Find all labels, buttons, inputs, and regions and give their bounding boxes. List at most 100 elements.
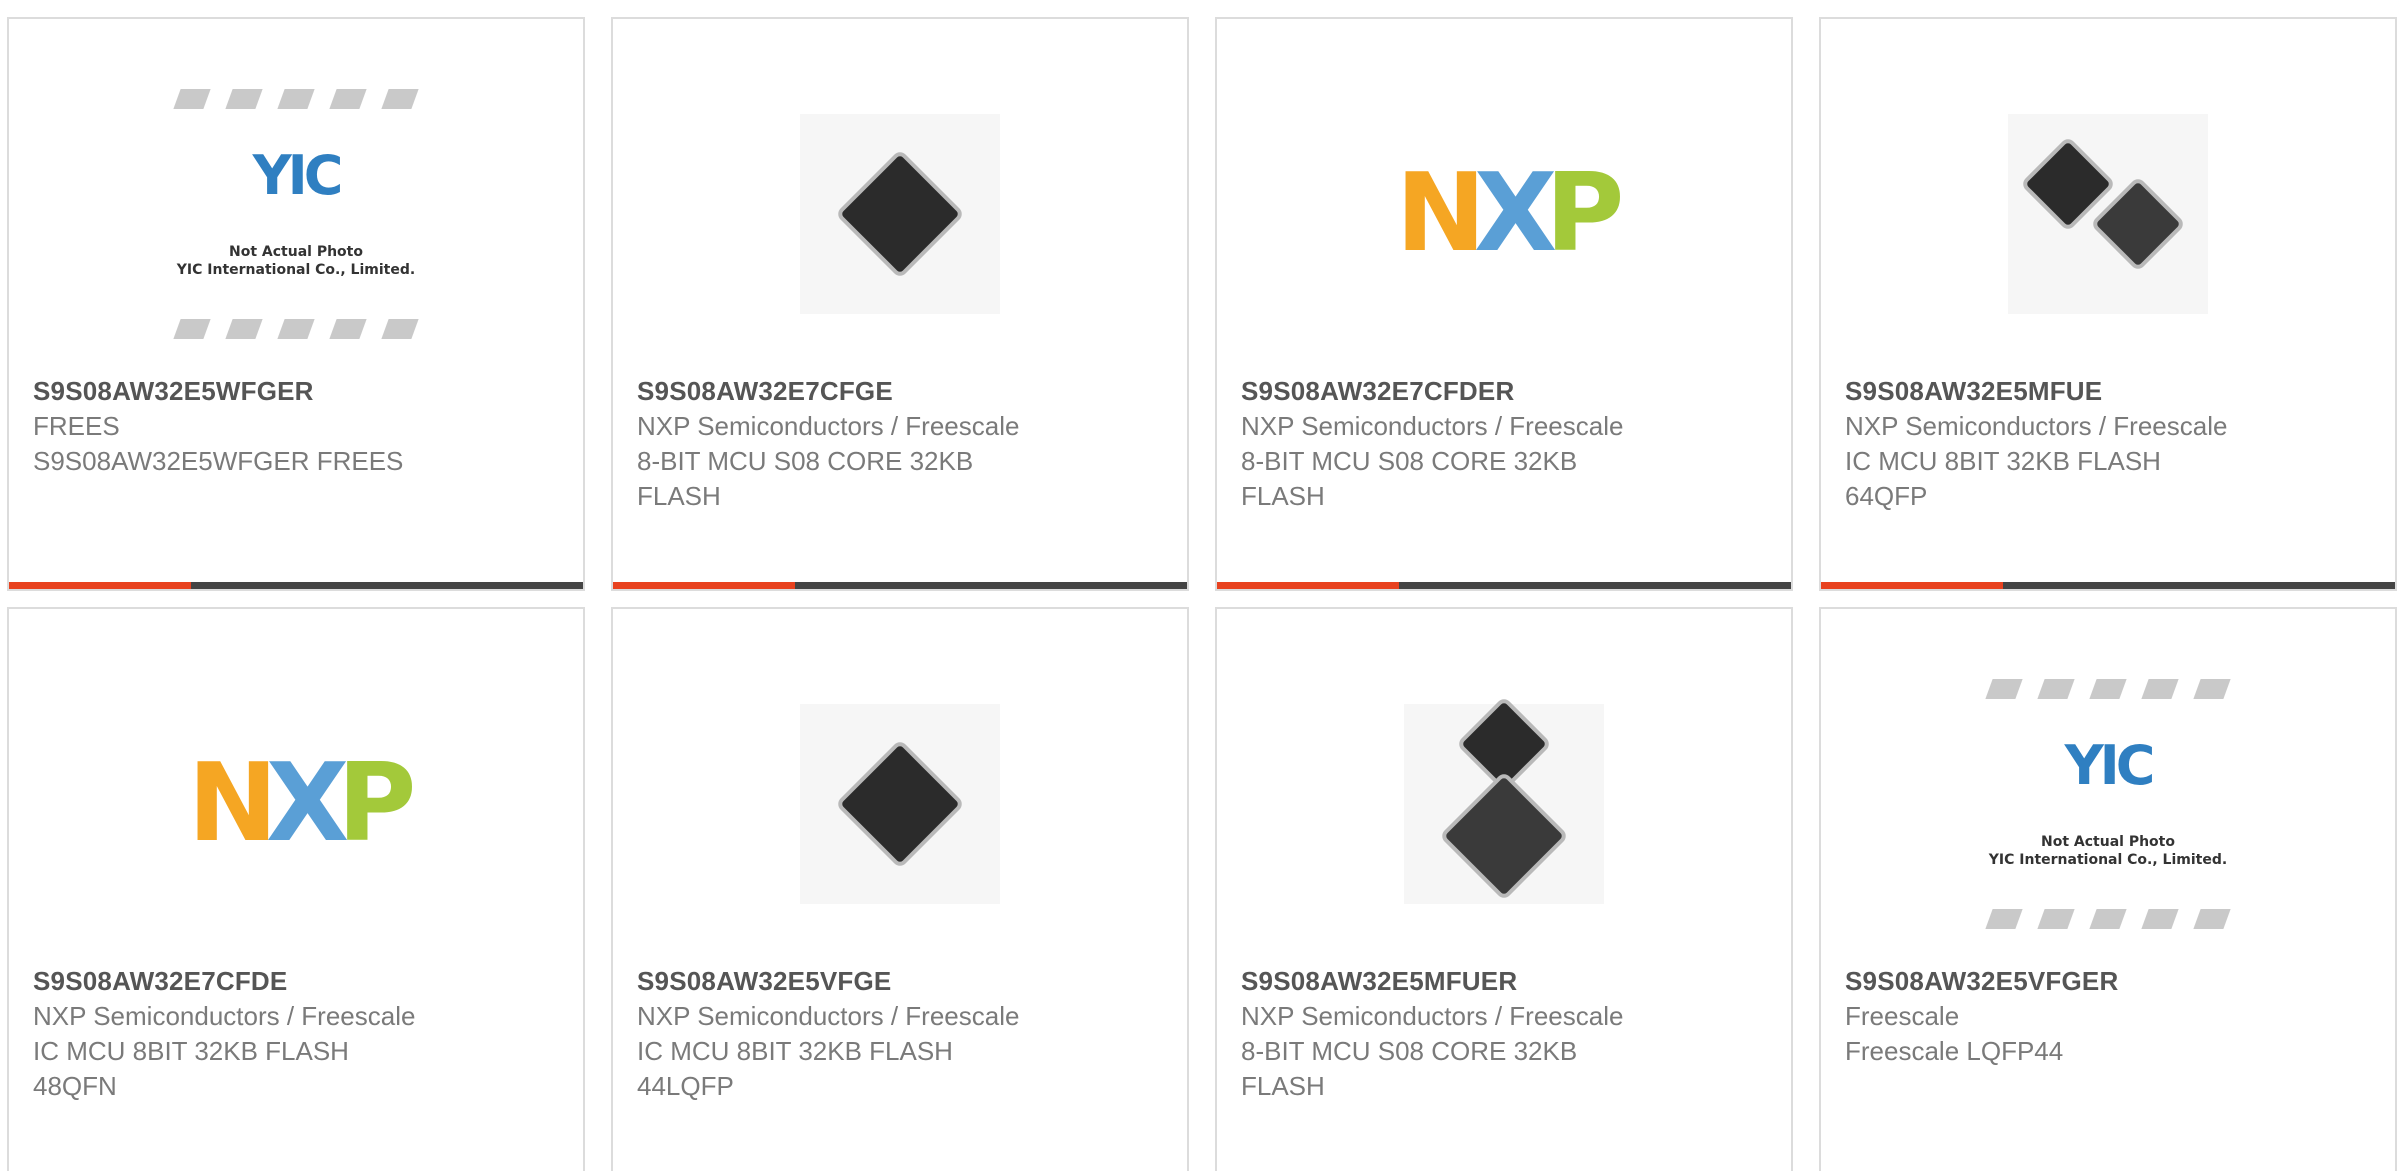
nxp-logo-letter: P	[1545, 151, 1624, 276]
card-footer-bar	[9, 582, 583, 589]
product-image[interactable]: YIC Not Actual Photo YIC International C…	[9, 59, 583, 369]
nxp-logo-letter: N	[1395, 151, 1486, 276]
card-footer-bar	[1821, 582, 2395, 589]
chip-icons-row	[1985, 909, 2231, 929]
product-image[interactable]	[613, 59, 1187, 369]
product-card[interactable]: NXP S9S08AW32E7CFDER NXP Semiconductors …	[1215, 17, 1793, 591]
chip-icon	[2141, 909, 2179, 929]
note-line: Not Actual Photo	[229, 244, 363, 260]
chip-icon	[173, 89, 211, 109]
product-info: S9S08AW32E5VFGE NXP Semiconductors / Fre…	[637, 963, 1163, 1104]
part-number-link[interactable]: S9S08AW32E7CFDE	[33, 963, 559, 999]
chip-icon	[329, 89, 367, 109]
manufacturer: FREES	[33, 411, 120, 441]
part-number-link[interactable]: S9S08AW32E5MFUER	[1241, 963, 1767, 999]
product-card[interactable]: NXP S9S08AW32E7CFDE NXP Semiconductors /…	[7, 607, 585, 1171]
product-image[interactable]: NXP	[1217, 59, 1791, 369]
chip-icon	[173, 319, 211, 339]
manufacturer: NXP Semiconductors / Freescale	[1845, 411, 2228, 441]
manufacturer: NXP Semiconductors / Freescale	[33, 1001, 416, 1031]
card-accent-bar	[613, 582, 795, 589]
chip-icon	[277, 319, 315, 339]
part-number-link[interactable]: S9S08AW32E7CFGE	[637, 373, 1163, 409]
chip-icon	[1985, 679, 2023, 699]
product-card[interactable]: YIC Not Actual Photo YIC International C…	[1819, 607, 2397, 1171]
qfp-chip-icon	[840, 154, 960, 274]
part-number-link[interactable]: S9S08AW32E5WFGER	[33, 373, 559, 409]
chip-icon	[225, 319, 263, 339]
product-card[interactable]: YIC Not Actual Photo YIC International C…	[7, 17, 585, 591]
not-actual-photo-note: Not Actual Photo YIC International Co., …	[1989, 833, 2227, 869]
product-info: S9S08AW32E5VFGER Freescale Freescale LQF…	[1845, 963, 2371, 1069]
part-number-link[interactable]: S9S08AW32E5MFUE	[1845, 373, 2371, 409]
part-number-link[interactable]: S9S08AW32E5VFGER	[1845, 963, 2371, 999]
nxp-logo: NXP	[188, 750, 417, 858]
note-line: Not Actual Photo	[2041, 834, 2175, 850]
description: IC MCU 8BIT 32KB FLASH 44LQFP	[637, 1036, 953, 1101]
product-card[interactable]: S9S08AW32E5MFUER NXP Semiconductors / Fr…	[1215, 607, 1793, 1171]
product-info: S9S08AW32E5MFUER NXP Semiconductors / Fr…	[1241, 963, 1767, 1104]
product-info: S9S08AW32E5WFGER FREES S9S08AW32E5WFGER …	[33, 373, 559, 479]
card-footer-bar	[1217, 582, 1791, 589]
manufacturer: NXP Semiconductors / Freescale	[637, 411, 1020, 441]
part-number-link[interactable]: S9S08AW32E5VFGE	[637, 963, 1163, 999]
note-line: YIC International Co., Limited.	[1988, 852, 2228, 868]
description: S9S08AW32E5WFGER FREES	[33, 446, 404, 476]
qfp-chip-icon	[840, 744, 960, 864]
card-accent-bar	[1821, 582, 2003, 589]
nxp-logo-letter: X	[1473, 151, 1557, 276]
stacked-chip-photo	[1404, 701, 1604, 904]
product-image[interactable]	[1217, 649, 1791, 959]
chip-photo	[800, 114, 1000, 314]
yic-logo: YIC	[2064, 734, 2156, 797]
card-accent-bar	[1217, 582, 1399, 589]
product-image[interactable]: NXP	[9, 649, 583, 959]
yic-placeholder-image: YIC Not Actual Photo YIC International C…	[1973, 679, 2243, 929]
chip-icon	[1985, 909, 2023, 929]
note-line: YIC International Co., Limited.	[176, 262, 416, 278]
chip-icon	[2089, 679, 2127, 699]
description: 8-BIT MCU S08 CORE 32KB FLASH	[1241, 446, 1578, 511]
description: Freescale LQFP44	[1845, 1036, 2064, 1066]
card-accent-bar	[9, 582, 191, 589]
chip-icon	[2037, 679, 2075, 699]
chip-icon	[381, 319, 419, 339]
product-card[interactable]: S9S08AW32E5MFUE NXP Semiconductors / Fre…	[1819, 17, 2397, 591]
product-info: S9S08AW32E5MFUE NXP Semiconductors / Fre…	[1845, 373, 2371, 514]
part-number-link[interactable]: S9S08AW32E7CFDER	[1241, 373, 1767, 409]
manufacturer: NXP Semiconductors / Freescale	[1241, 411, 1624, 441]
product-card[interactable]: S9S08AW32E7CFGE NXP Semiconductors / Fre…	[611, 17, 1189, 591]
chip-icon	[381, 89, 419, 109]
description: IC MCU 8BIT 32KB FLASH 64QFP	[1845, 446, 2161, 511]
product-card[interactable]: S9S08AW32E5VFGE NXP Semiconductors / Fre…	[611, 607, 1189, 1171]
chip-icon	[225, 89, 263, 109]
qfp-chip-icon	[2025, 141, 2111, 227]
qfp-chip-icon	[1461, 701, 1547, 787]
chip-icons-row	[173, 89, 419, 109]
product-grid: YIC Not Actual Photo YIC International C…	[0, 0, 2400, 1171]
description: IC MCU 8BIT 32KB FLASH 48QFN	[33, 1036, 349, 1101]
nxp-logo-letter: N	[187, 741, 278, 866]
nxp-logo-letter: P	[337, 741, 416, 866]
manufacturer: NXP Semiconductors / Freescale	[637, 1001, 1020, 1031]
chip-icon	[2193, 679, 2231, 699]
chip-icon	[277, 89, 315, 109]
chip-icon	[329, 319, 367, 339]
product-info: S9S08AW32E7CFDER NXP Semiconductors / Fr…	[1241, 373, 1767, 514]
product-image[interactable]: YIC Not Actual Photo YIC International C…	[1821, 649, 2395, 959]
product-info: S9S08AW32E7CFDE NXP Semiconductors / Fre…	[33, 963, 559, 1104]
product-image[interactable]	[613, 649, 1187, 959]
yic-logo: YIC	[252, 144, 344, 207]
chip-icons-row	[173, 319, 419, 339]
yic-placeholder-image: YIC Not Actual Photo YIC International C…	[161, 89, 431, 339]
qfp-chip-icon	[2095, 181, 2181, 267]
chip-icons-row	[1985, 679, 2231, 699]
chip-photo	[800, 704, 1000, 904]
qfp-chip-icon	[1444, 776, 1564, 896]
product-info: S9S08AW32E7CFGE NXP Semiconductors / Fre…	[637, 373, 1163, 514]
chip-icon	[2141, 679, 2179, 699]
nxp-logo-letter: X	[265, 741, 349, 866]
product-image[interactable]	[1821, 59, 2395, 369]
chip-icon	[2193, 909, 2231, 929]
nxp-logo: NXP	[1396, 160, 1625, 268]
